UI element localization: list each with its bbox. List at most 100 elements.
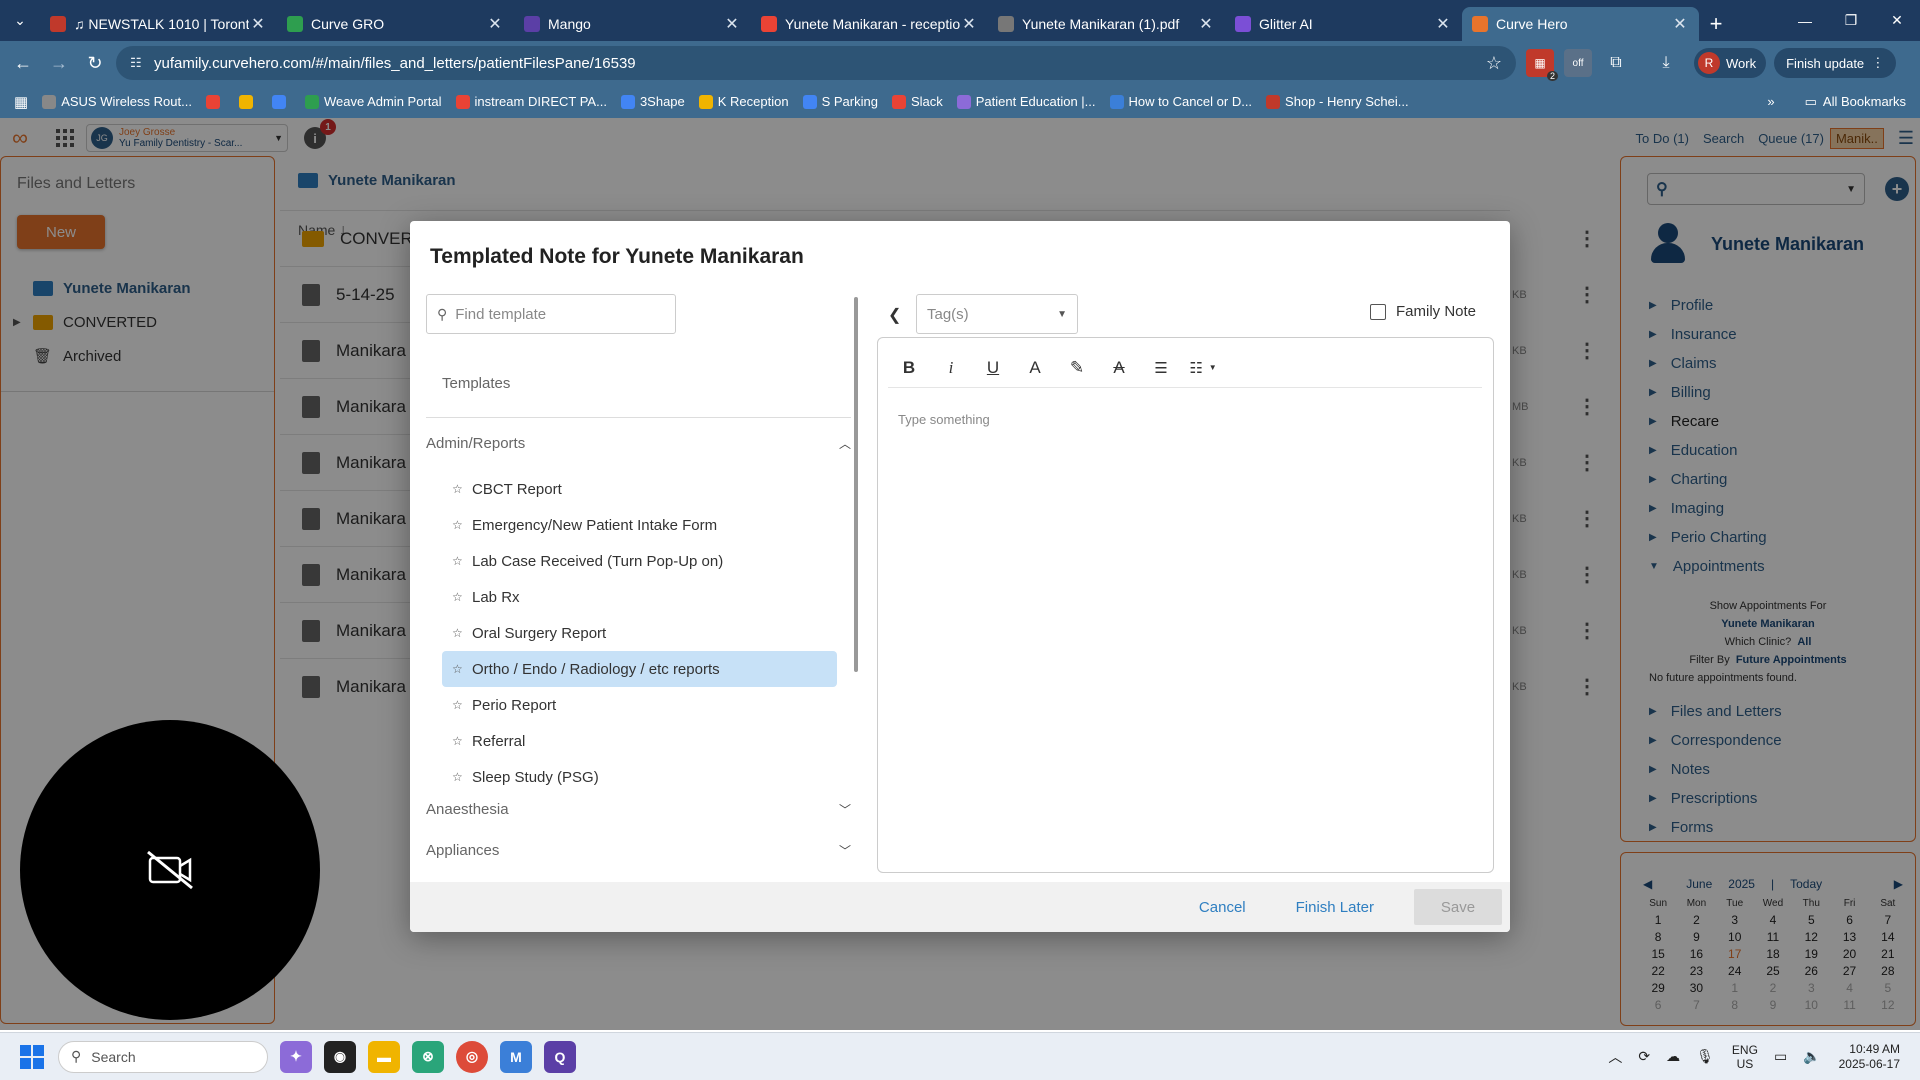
bookmark-item[interactable]: Shop - Henry Schei... [1266,94,1409,109]
numbered-list-icon[interactable]: ☰ [1140,353,1182,383]
windows-start-icon[interactable] [20,1044,44,1069]
star-icon[interactable]: ☆ [452,518,472,532]
star-icon[interactable]: ☆ [452,698,472,712]
site-info-icon[interactable]: ☷ [130,55,154,71]
italic-icon[interactable]: i [930,353,972,383]
apps-grid-icon[interactable]: ▦ [14,93,28,111]
note-editor[interactable]: B i U A ✎ A ☰ ☷ ▼ Type something [877,337,1494,873]
omnibox[interactable]: ☷ yufamily.curvehero.com/#/main/files_an… [116,46,1516,80]
close-window-icon[interactable]: ✕ [1874,0,1920,41]
drive-icon[interactable] [238,94,258,109]
browser-tab[interactable]: Yunete Manikaran (1).pdf ✕ [988,7,1225,41]
finish-update-button[interactable]: Finish update ⋮ [1774,48,1897,78]
file-explorer-icon[interactable]: ▬ [368,1040,400,1073]
sync-icon[interactable]: ⟳ [1638,1048,1650,1065]
cancel-button[interactable]: Cancel [1199,899,1246,916]
star-icon[interactable]: ☆ [452,770,472,784]
close-tab-icon[interactable]: ✕ [1434,14,1452,34]
volume-icon[interactable]: 🔈 [1803,1048,1820,1065]
app-icon[interactable]: Q [544,1040,576,1073]
clear-format-icon[interactable]: A [1098,353,1140,383]
tab-search-icon[interactable]: ⌄ [0,0,40,41]
browser-tab[interactable]: ♫ NEWSTALK 1010 | Toronto's r✕ [40,7,277,41]
close-tab-icon[interactable]: ✕ [486,14,504,34]
language-indicator[interactable]: ENG US [1732,1043,1758,1071]
new-tab-button[interactable]: + [1699,7,1733,41]
template-item[interactable]: ☆ Referral [442,723,837,759]
star-icon[interactable]: ☆ [452,482,472,496]
reload-icon[interactable]: ↻ [80,48,110,78]
underline-icon[interactable]: U [972,353,1014,383]
template-item[interactable]: ☆ Emergency/New Patient Intake Form [442,507,837,543]
calendar-icon[interactable] [271,94,291,109]
close-tab-icon[interactable]: ✕ [1197,14,1215,34]
minimize-icon[interactable]: — [1782,0,1828,41]
forward-icon[interactable]: → [44,48,74,78]
star-icon[interactable]: ☆ [452,734,472,748]
highlight-icon[interactable]: ✎ [1056,353,1098,383]
download-icon[interactable]: ⤓ [1652,49,1680,77]
browser-tab[interactable]: Glitter AI ✕ [1225,7,1462,41]
extension-icon[interactable]: ▦ 2 [1526,49,1558,81]
star-icon[interactable]: ☆ [452,590,472,604]
close-tab-icon[interactable]: ✕ [1671,14,1689,34]
back-icon[interactable]: ← [8,48,38,78]
bullet-list-icon[interactable]: ☷ ▼ [1182,353,1224,383]
close-tab-icon[interactable]: ✕ [249,14,267,34]
category-anaesthesia[interactable]: Anaesthesia ﹀ [426,801,851,818]
bookmark-item[interactable]: instream DIRECT PA... [455,94,607,109]
back-chevron-icon[interactable]: ❮ [888,305,901,325]
bookmark-item[interactable]: S Parking [802,94,878,109]
bookmark-star-icon[interactable]: ☆ [1486,53,1502,74]
bookmark-item[interactable]: Patient Education |... [956,94,1096,109]
chrome-icon[interactable]: ◎ [456,1040,488,1073]
gmail-icon[interactable] [205,94,225,109]
browser-tab[interactable]: Mango ✕ [514,7,751,41]
bookmark-item[interactable]: Weave Admin Portal [304,94,442,109]
browser-tab[interactable]: Curve Hero ✕ [1462,7,1699,41]
microphone-icon[interactable]: 🎙 [1696,1048,1714,1065]
template-item[interactable]: ☆ Perio Report [442,687,837,723]
find-template-input[interactable]: ⚲ Find template [426,294,676,334]
bookmark-item[interactable]: 3Shape [620,94,685,109]
family-note-checkbox[interactable]: Family Note [1370,303,1476,320]
template-item[interactable]: ☆ CBCT Report [442,471,837,507]
xbox-icon[interactable]: ⊗ [412,1040,444,1073]
close-tab-icon[interactable]: ✕ [723,14,741,34]
close-tab-icon[interactable]: ✕ [960,14,978,34]
profile-button[interactable]: R Work [1694,48,1767,78]
bookmarks-overflow-icon[interactable]: » [1767,94,1774,109]
template-scrollbar[interactable] [854,297,858,672]
bold-icon[interactable]: B [888,353,930,383]
network-icon[interactable]: ▭ [1774,1048,1787,1065]
bookmark-item[interactable]: Slack [891,94,943,109]
save-button[interactable]: Save [1414,889,1502,925]
star-icon[interactable]: ☆ [452,662,472,676]
template-item[interactable]: ☆ Lab Rx [442,579,837,615]
star-icon[interactable]: ☆ [452,626,472,640]
text-color-icon[interactable]: A [1014,353,1056,383]
category-admin-reports[interactable]: Admin/Reports ︿ [426,435,851,452]
all-bookmarks[interactable]: ▭ All Bookmarks [1805,94,1906,110]
app-icon[interactable]: ◉ [324,1040,356,1073]
browser-tab[interactable]: Yunete Manikaran - reception@✕ [751,7,988,41]
restore-icon[interactable]: ❐ [1828,0,1874,41]
browser-tab[interactable]: Curve GRO ✕ [277,7,514,41]
copilot-icon[interactable]: ✦ [280,1040,312,1073]
bookmark-item[interactable]: ASUS Wireless Rout... [42,94,192,109]
webcam-bubble[interactable] [20,720,320,1020]
tags-select[interactable]: Tag(s) ▼ [916,294,1078,334]
template-item[interactable]: ☆ Ortho / Endo / Radiology / etc reports [442,651,837,687]
template-item[interactable]: ☆ Oral Surgery Report [442,615,837,651]
clock[interactable]: 10:49 AM 2025-06-17 [1839,1042,1900,1072]
checkbox-icon[interactable] [1370,303,1386,320]
category-appliances[interactable]: Appliances ﹀ [426,842,851,859]
chevron-up-icon[interactable]: ︿ [1608,1047,1622,1067]
finish-later-button[interactable]: Finish Later [1296,899,1374,916]
off-extension-icon[interactable]: off [1564,49,1592,77]
m365-icon[interactable]: M [500,1040,532,1073]
bookmark-item[interactable]: K Reception [698,94,789,109]
star-icon[interactable]: ☆ [452,554,472,568]
bookmark-item[interactable]: How to Cancel or D... [1109,94,1252,109]
taskbar-search[interactable]: ⚲ Search [58,1040,268,1073]
